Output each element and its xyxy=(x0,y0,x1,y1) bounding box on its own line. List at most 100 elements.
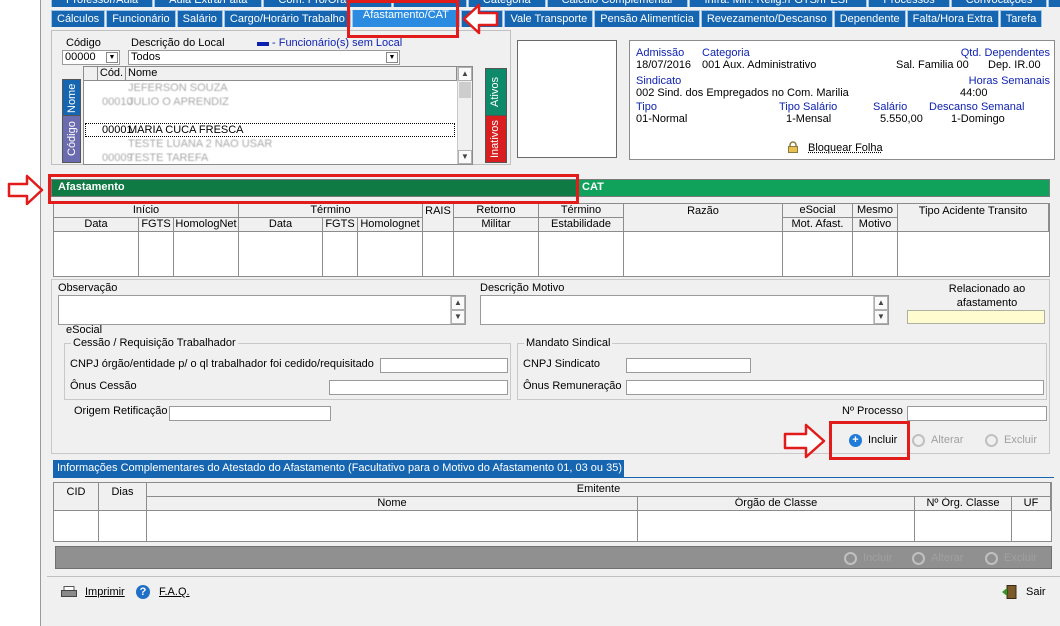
cnpj-orgao-label: CNPJ órgão/entidade p/ o ql trabalhador … xyxy=(70,358,374,370)
mandato-label: Mandato Sindical xyxy=(524,337,613,350)
cessao-group: Cessão / Requisição Trabalhador CNPJ órg… xyxy=(64,337,511,400)
col-emitente-nome: Nome xyxy=(147,497,638,511)
atestado-incluir-button[interactable]: Incluir xyxy=(844,551,892,565)
relacionado-input[interactable] xyxy=(907,310,1045,324)
onus-remuneracao-label: Ônus Remuneração xyxy=(523,380,622,392)
help-icon: ? xyxy=(136,585,150,599)
chevron-down-icon[interactable]: ▼ xyxy=(106,52,118,63)
col-header: Razão xyxy=(624,204,783,232)
tipo-value: 01-Normal xyxy=(636,113,688,125)
tab-top-1[interactable]: Aula Extra/Falta xyxy=(154,0,263,7)
col-subheader: Homolognet xyxy=(358,218,423,232)
tab-main-8[interactable]: Revezamento/Descanso xyxy=(700,10,833,27)
afastamento-grid: Início Término RAIS Retorno Término Razão eSoc… xyxy=(53,203,1050,277)
tab-sort-nome[interactable]: Nome xyxy=(62,79,81,117)
tab-ativos[interactable]: Ativos xyxy=(485,68,507,116)
employee-info-panel: Admissão Categoria Qtd. Dependentes 18/0… xyxy=(629,40,1055,160)
origem-retificacao-label: Origem Retificação xyxy=(74,405,168,417)
tab-main-1[interactable]: Funcionário xyxy=(106,10,176,27)
highlight-incluir-button xyxy=(829,421,910,460)
cnpj-sindicato-input[interactable] xyxy=(626,358,751,373)
col-cod: Cód. xyxy=(98,67,126,81)
col-emitente: Emitente xyxy=(147,483,1051,497)
excluir-button[interactable]: Excluir xyxy=(985,433,1037,447)
tab-informacoes-complementares[interactable]: Informações Complementares do Atestado d… xyxy=(53,460,624,477)
descricao-motivo-textarea[interactable]: ▲ ▼ xyxy=(480,295,889,325)
cessao-label: Cessão / Requisição Trabalhador xyxy=(71,337,238,350)
categoria-value: 001 Aux. Administrativo xyxy=(702,59,817,71)
employee-photo xyxy=(517,40,617,158)
list-item[interactable] xyxy=(84,109,457,123)
descanso-semanal-value: 1-Domingo xyxy=(951,113,1005,125)
onus-cessao-input[interactable] xyxy=(329,380,508,395)
origem-retificacao-input[interactable] xyxy=(169,406,331,421)
tab-main-2[interactable]: Salário xyxy=(176,10,223,27)
col-subheader: Data xyxy=(54,218,139,232)
highlight-afastamento-bar xyxy=(48,174,579,204)
no-location-legend-swatch xyxy=(257,42,269,46)
atestado-excluir-button[interactable]: Excluir xyxy=(985,551,1037,565)
list-item[interactable]: TESTE LUANA 2 NAO USAR xyxy=(84,137,457,151)
list-scrollbar[interactable]: ▲ ▼ xyxy=(457,67,472,164)
sair-button[interactable]: Sair xyxy=(1002,585,1046,599)
plus-icon xyxy=(844,551,857,565)
salario-value: 5.550,00 xyxy=(880,113,923,125)
main-window: Professor/Aula Aula Extra/Falta Com. Pro/O… xyxy=(40,0,1060,626)
col-subheader: Mot. Afast. xyxy=(783,218,853,232)
tab-cat[interactable]: CAT xyxy=(582,180,642,196)
alterar-button[interactable]: Alterar xyxy=(912,433,963,447)
exit-door-icon xyxy=(1002,585,1018,599)
tab-main-0[interactable]: Cálculos xyxy=(51,10,106,27)
col-header: Término xyxy=(539,204,624,218)
tab-sort-codigo[interactable]: Código xyxy=(62,115,81,163)
tab-row-top: Professor/Aula Aula Extra/Falta Com. Pro/O… xyxy=(51,0,1060,7)
esocial-label: eSocial xyxy=(66,324,103,336)
descricao-local-select[interactable]: Todos ▼ xyxy=(128,50,400,65)
col-header: Mesmo xyxy=(853,204,898,218)
col-header: eSocial xyxy=(783,204,853,218)
tab-inativos[interactable]: Inativos xyxy=(485,115,507,163)
tipo-salario-value: 1-Mensal xyxy=(786,113,832,125)
lock-icon xyxy=(788,141,798,153)
tab-top-9[interactable]: Rendimentos xyxy=(1048,0,1060,7)
dep-ir-value: Dep. IR.00 xyxy=(988,59,1041,71)
tab-main-10[interactable]: Falta/Hora Extra xyxy=(906,10,999,27)
tab-main-3[interactable]: Cargo/Horário Trabalho xyxy=(223,10,351,27)
faq-button[interactable]: ? F.A.Q. xyxy=(136,585,190,599)
list-item[interactable]: 00009 TESTE TAREFA xyxy=(84,151,457,165)
col-subheader: Motivo xyxy=(853,218,898,232)
refresh-icon xyxy=(912,433,925,447)
cnpj-orgao-input[interactable] xyxy=(380,358,508,373)
list-item[interactable]: 00010 JULIO O APRENDIZ xyxy=(84,95,457,109)
col-subheader: Data xyxy=(239,218,323,232)
horas-semanais-label: Horas Semanais xyxy=(968,75,1050,87)
tab-top-8[interactable]: Convocações xyxy=(950,0,1048,7)
processo-input[interactable] xyxy=(907,406,1047,421)
tab-top-7[interactable]: Processos xyxy=(868,0,950,7)
col-subheader: Estabilidade xyxy=(539,218,624,232)
employee-selector: Código Descrição do Local - Funcionário(… xyxy=(51,30,511,165)
tab-main-6[interactable]: Vale Transporte xyxy=(504,10,594,27)
tab-top-5[interactable]: Cálculo Complementar xyxy=(546,0,689,7)
row-nome: JEFERSON SOUZA xyxy=(128,82,228,94)
imprimir-button[interactable]: Imprimir xyxy=(61,585,125,599)
tab-main-9[interactable]: Dependente xyxy=(833,10,906,27)
codigo-label: Código xyxy=(66,37,101,49)
atestado-alterar-button[interactable]: Alterar xyxy=(912,551,963,565)
list-item[interactable]: 00001 MARIA CUCA FRESCA xyxy=(84,123,457,137)
col-num-orgao-classe: Nº Órg. Classe xyxy=(915,497,1012,511)
tab-main-7[interactable]: Pensão Alimentícia xyxy=(594,10,700,27)
list-item[interactable]: JEFERSON SOUZA xyxy=(84,81,457,95)
row-nome: TESTE LUANA 2 NAO USAR xyxy=(128,138,273,150)
tab-top-0[interactable]: Professor/Aula xyxy=(51,0,154,7)
tab-top-6[interactable]: Infra. Min. Relig./FGTS/IPESP xyxy=(689,0,868,7)
codigo-input[interactable]: 00000 ▼ xyxy=(62,50,120,65)
mandato-group: Mandato Sindical CNPJ Sindicato Ônus Rem… xyxy=(517,337,1047,400)
relacionado-label: Relacionado ao afastamento xyxy=(948,283,1026,309)
onus-remuneracao-input[interactable] xyxy=(626,380,1044,395)
observacao-label: Observação xyxy=(58,282,118,294)
tab-main-11[interactable]: Tarefa xyxy=(999,10,1043,27)
observacao-textarea[interactable]: ▲ ▼ xyxy=(58,295,466,325)
chevron-down-icon[interactable]: ▼ xyxy=(386,52,398,63)
bloquear-folha-button[interactable]: Bloquear Folha xyxy=(808,142,883,155)
